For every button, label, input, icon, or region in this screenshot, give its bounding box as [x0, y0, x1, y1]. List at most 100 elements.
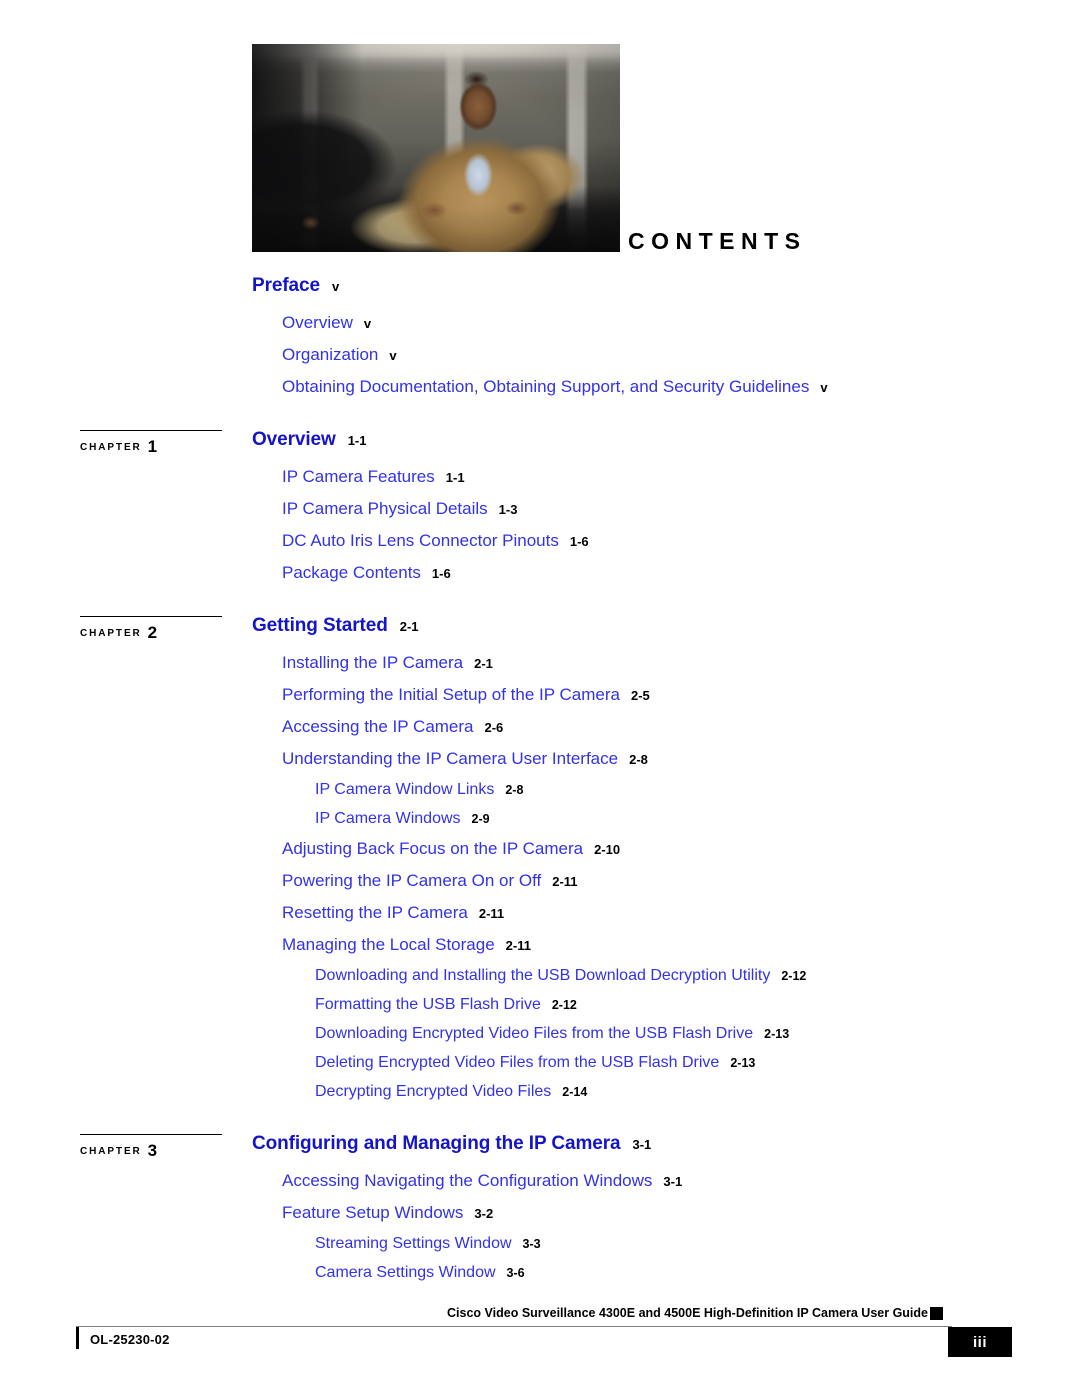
chapter-number: 3: [147, 1141, 158, 1160]
chapter-label-row: CHAPTER 1: [80, 435, 222, 456]
toc-entry-label[interactable]: Installing the IP Camera: [282, 653, 463, 672]
toc-entry-page: 2-12: [551, 998, 577, 1012]
toc-entry-page: 2-8: [629, 752, 648, 767]
toc-entry-label[interactable]: Overview: [282, 313, 353, 332]
toc-entry[interactable]: Accessing the IP Camera 2-6: [282, 718, 1080, 736]
toc-entry-page: 2-11: [505, 938, 531, 953]
toc-entry-label[interactable]: IP Camera Physical Details: [282, 499, 488, 518]
toc-entry-label[interactable]: Feature Setup Windows: [282, 1203, 463, 1222]
chapter-marker: CHAPTER 3: [80, 1134, 222, 1160]
toc-entry-page: 2-12: [781, 969, 807, 983]
toc-entry-label[interactable]: Organization: [282, 345, 378, 364]
toc-entry[interactable]: Decrypting Encrypted Video Files 2-14: [315, 1084, 1080, 1100]
toc-entry-label[interactable]: Adjusting Back Focus on the IP Camera: [282, 839, 583, 858]
toc-entry-page: 3-1: [663, 1174, 683, 1189]
toc-chapter-entry[interactable]: Overview 1-1: [252, 430, 1080, 449]
toc-entry-page: v: [820, 380, 828, 395]
toc-entry-label[interactable]: Preface: [252, 275, 320, 296]
toc-entry-label[interactable]: Resetting the IP Camera: [282, 903, 468, 922]
toc-entry-page: 1-3: [498, 502, 518, 517]
chapter-number: 2: [147, 623, 158, 642]
toc-entry-page: 2-11: [552, 874, 578, 889]
toc-entry[interactable]: IP Camera Physical Details 1-3: [282, 500, 1080, 518]
chapter-rule: [80, 616, 222, 617]
toc-entry-page: 2-1: [474, 656, 493, 671]
toc-entry[interactable]: Accessing Navigating the Configuration W…: [282, 1172, 1080, 1190]
toc-entry[interactable]: IP Camera Windows 2-9: [315, 811, 1080, 827]
chapter-word: CHAPTER: [80, 442, 142, 453]
toc-entry-label[interactable]: Accessing Navigating the Configuration W…: [282, 1171, 652, 1190]
toc-entry-page: 2-5: [630, 688, 650, 703]
toc-entry-label[interactable]: Obtaining Documentation, Obtaining Suppo…: [282, 377, 809, 396]
toc-entry-page: 1-1: [445, 470, 465, 485]
footer-divider: [76, 1326, 952, 1327]
toc-chapter-entry[interactable]: Configuring and Managing the IP Camera 3-…: [252, 1134, 1080, 1153]
toc-entry-page: 1-1: [347, 433, 367, 448]
toc-chapter-entry[interactable]: Getting Started 2-1: [252, 616, 1080, 635]
toc-entry[interactable]: Powering the IP Camera On or Off 2-11: [282, 872, 1080, 890]
toc-entry-label[interactable]: IP Camera Window Links: [315, 781, 494, 798]
toc-entry[interactable]: Obtaining Documentation, Obtaining Suppo…: [282, 378, 1080, 396]
toc-entry[interactable]: Organization v: [282, 346, 1080, 364]
toc-entry-label[interactable]: Deleting Encrypted Video Files from the …: [315, 1054, 719, 1071]
toc-entry[interactable]: DC Auto Iris Lens Connector Pinouts 1-6: [282, 532, 1080, 550]
toc-entry-page: v: [331, 279, 340, 294]
toc-entry[interactable]: Understanding the IP Camera User Interfa…: [282, 750, 1080, 768]
toc-entry-page: 3-3: [522, 1237, 541, 1251]
toc-entry-label[interactable]: Camera Settings Window: [315, 1264, 496, 1281]
toc-entry-label[interactable]: Streaming Settings Window: [315, 1235, 512, 1252]
photo-vignette-layer: [252, 44, 620, 252]
toc-entry-page: 2-1: [399, 619, 419, 634]
toc-entry-label[interactable]: Performing the Initial Setup of the IP C…: [282, 685, 620, 704]
toc-entry[interactable]: IP Camera Features 1-1: [282, 468, 1080, 486]
toc-entry-label[interactable]: Decrypting Encrypted Video Files: [315, 1083, 551, 1100]
toc-block: CHAPTER 1 Overview 1-1 IP Camera Features 1-1…: [0, 430, 1080, 582]
toc-chapter-entry[interactable]: Preface v: [252, 276, 1080, 295]
toc-entry-page: 3-1: [632, 1137, 652, 1152]
toc-entry[interactable]: Streaming Settings Window 3-3: [315, 1236, 1080, 1252]
toc-entry-label[interactable]: IP Camera Features: [282, 467, 435, 486]
toc-entry-label[interactable]: Formatting the USB Flash Drive: [315, 996, 541, 1013]
toc-entry-label[interactable]: Managing the Local Storage: [282, 935, 495, 954]
toc-entry-label[interactable]: Getting Started: [252, 615, 388, 636]
toc-entry-label[interactable]: Configuring and Managing the IP Camera: [252, 1133, 621, 1154]
footer-square-marker: [930, 1307, 943, 1320]
toc-entry-label[interactable]: Understanding the IP Camera User Interfa…: [282, 749, 618, 768]
toc-entry[interactable]: IP Camera Window Links 2-8: [315, 782, 1080, 798]
toc-entry-label[interactable]: Downloading Encrypted Video Files from t…: [315, 1025, 753, 1042]
toc-entry[interactable]: Performing the Initial Setup of the IP C…: [282, 686, 1080, 704]
toc-entry[interactable]: Downloading Encrypted Video Files from t…: [315, 1026, 1080, 1042]
toc-entry[interactable]: Deleting Encrypted Video Files from the …: [315, 1055, 1080, 1071]
toc-entry[interactable]: Camera Settings Window 3-6: [315, 1265, 1080, 1281]
chapter-label-row: CHAPTER 3: [80, 1139, 222, 1160]
toc-block: CHAPTER 2 Getting Started 2-1 Installing the…: [0, 616, 1080, 1100]
page-title: CONTENTS: [628, 228, 807, 254]
toc-entry[interactable]: Installing the IP Camera 2-1: [282, 654, 1080, 672]
toc-entry[interactable]: Downloading and Installing the USB Downl…: [315, 968, 1080, 984]
toc-entry-label[interactable]: IP Camera Windows: [315, 810, 461, 827]
footer-guide-title: Cisco Video Surveillance 4300E and 4500E…: [447, 1306, 928, 1320]
toc-entry[interactable]: Package Contents 1-6: [282, 564, 1080, 582]
toc-entry-label[interactable]: DC Auto Iris Lens Connector Pinouts: [282, 531, 559, 550]
toc-entry-label[interactable]: Overview: [252, 429, 336, 450]
toc-entry[interactable]: Formatting the USB Flash Drive 2-12: [315, 997, 1080, 1013]
toc-entry[interactable]: Managing the Local Storage 2-11: [282, 936, 1080, 954]
toc-entry-page: 2-10: [594, 842, 621, 857]
toc-block: Preface v Overview v Organization v Obtaining …: [0, 276, 1080, 396]
chapter-word: CHAPTER: [80, 628, 142, 639]
toc-entry-page: 3-6: [506, 1266, 525, 1280]
toc-entry[interactable]: Adjusting Back Focus on the IP Camera 2-1…: [282, 840, 1080, 858]
toc-entry[interactable]: Overview v: [282, 314, 1080, 332]
toc-entry[interactable]: Feature Setup Windows 3-2: [282, 1204, 1080, 1222]
toc-entry[interactable]: Resetting the IP Camera 2-11: [282, 904, 1080, 922]
toc-block: CHAPTER 3 Configuring and Managing the IP …: [0, 1134, 1080, 1281]
toc-entry-label[interactable]: Downloading and Installing the USB Downl…: [315, 967, 770, 984]
chapter-rule: [80, 430, 222, 431]
chapter-label-row: CHAPTER 2: [80, 621, 222, 642]
toc-entry-page: v: [389, 348, 397, 363]
chapter-word: CHAPTER: [80, 1146, 142, 1157]
toc-entry-label[interactable]: Accessing the IP Camera: [282, 717, 474, 736]
footer-left-tick: [76, 1327, 79, 1349]
toc-entry-label[interactable]: Powering the IP Camera On or Off: [282, 871, 541, 890]
toc-entry-label[interactable]: Package Contents: [282, 563, 421, 582]
